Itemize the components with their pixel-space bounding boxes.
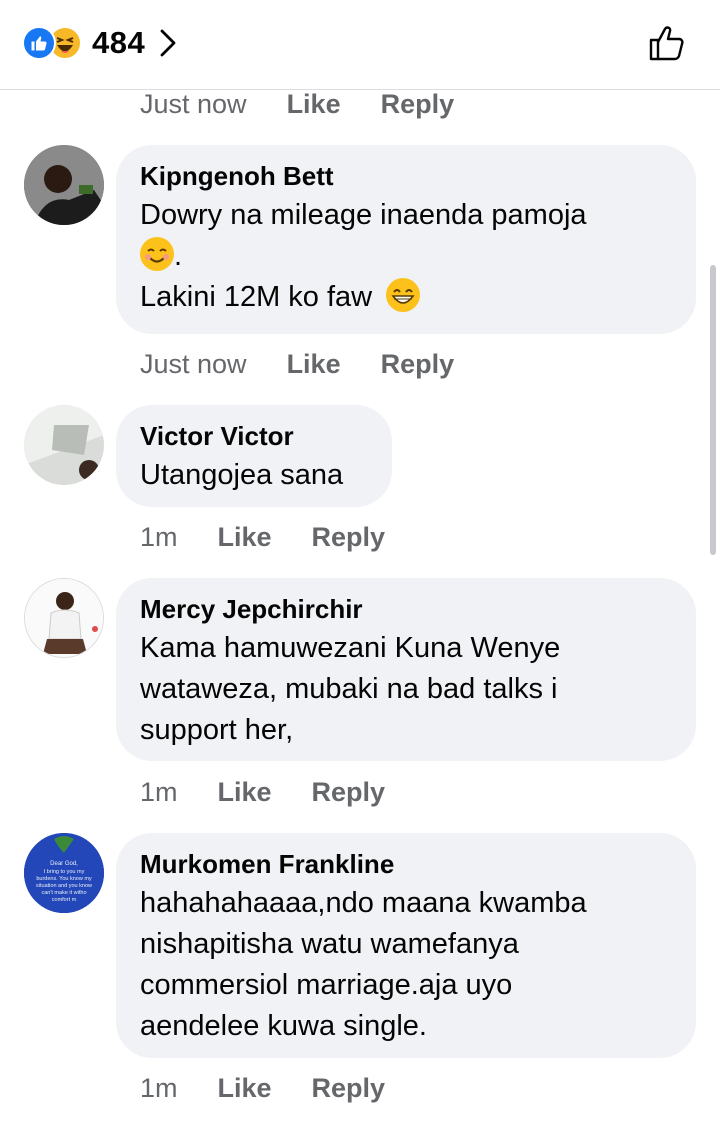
comment-author[interactable]: Mercy Jepchirchir: [140, 592, 672, 626]
avatar-text: comfort m: [52, 897, 77, 903]
comment-actions: Just now Like Reply: [140, 344, 454, 384]
chevron-right-icon[interactable]: [159, 28, 177, 58]
reactions-header: 484: [0, 0, 720, 90]
avatar-text: I bring to you my: [44, 869, 85, 875]
like-link[interactable]: Like: [287, 349, 341, 380]
avatar-text: situation and you know: [36, 883, 92, 889]
comment-author[interactable]: Kipngenoh Bett: [140, 159, 672, 193]
like-link[interactable]: Like: [287, 89, 341, 120]
comment-line: Dowry na mileage inaenda pamoja: [140, 199, 587, 231]
comment-line: Kama hamuwezani Kuna Wenye: [140, 632, 561, 664]
comment-bubble: Mercy Jepchirchir Kama hamuwezani Kuna W…: [116, 578, 696, 761]
comment-line: wataweza, mubaki na bad talks i: [140, 673, 558, 705]
like-link[interactable]: Like: [218, 1073, 272, 1104]
comment-text: Utangojea sana: [140, 459, 344, 491]
comment-author[interactable]: Victor Victor: [140, 419, 368, 453]
comment-bubble: Kipngenoh Bett Dowry na mileage inaenda …: [116, 145, 696, 334]
comment-author[interactable]: Murkomen Frankline: [140, 847, 672, 881]
reply-link[interactable]: Reply: [381, 89, 455, 120]
comment-line: aendelee kuwa single.: [140, 1010, 427, 1042]
comment-time: Just now: [140, 88, 247, 119]
avatar-text: burdens. You know my: [36, 876, 92, 882]
avatar-text: can't make it witho: [41, 890, 86, 896]
comment-line: nishapitisha watu wamefanya: [140, 928, 519, 960]
comment-actions: 1m Like Reply: [140, 772, 385, 812]
like-link[interactable]: Like: [218, 522, 272, 553]
comment-bubble: Victor Victor Utangojea sana: [116, 405, 392, 507]
comment-actions: 1m Like Reply: [140, 517, 385, 557]
comment-bubble: Murkomen Frankline hahahahaaaa,ndo maana…: [116, 833, 696, 1058]
comment-time: 1m: [140, 1072, 178, 1103]
avatar[interactable]: [24, 145, 104, 225]
comment-time: Just now: [140, 348, 247, 379]
avatar[interactable]: [24, 578, 104, 658]
comment-line: commersiol marriage.aja uyo: [140, 969, 513, 1001]
reaction-count: 484: [92, 25, 146, 60]
comment-time: 1m: [140, 521, 178, 552]
like-reaction-icon: [22, 26, 56, 60]
grinning-face-icon: [386, 278, 421, 312]
avatar[interactable]: [24, 405, 104, 485]
avatar[interactable]: Dear God, I bring to you my burdens. You…: [24, 833, 104, 913]
comment-line: Lakini 12M ko faw: [140, 277, 672, 318]
avatar-text: Dear God,: [50, 861, 78, 867]
reply-link[interactable]: Reply: [381, 349, 455, 380]
comment-time: 1m: [140, 776, 178, 807]
thumbs-up-outline-icon[interactable]: [646, 22, 688, 64]
comment-text: Kama hamuwezani Kuna Wenye wataweza, mub…: [140, 628, 672, 751]
comment-line: support her,: [140, 714, 294, 746]
reactions-summary[interactable]: 484: [22, 24, 177, 62]
comment-text: hahahahaaaa,ndo maana kwamba nishapitish…: [140, 883, 672, 1047]
comment-line: hahahahaaaa,ndo maana kwamba: [140, 887, 587, 919]
like-link[interactable]: Like: [218, 777, 272, 808]
comment-text: Dowry na mileage inaenda pamoja . Lakini…: [140, 195, 672, 318]
comment-fragment: .: [174, 240, 183, 272]
scrollbar[interactable]: [710, 265, 716, 555]
reply-link[interactable]: Reply: [312, 777, 386, 808]
reply-link[interactable]: Reply: [312, 522, 386, 553]
comment-line: .: [140, 236, 672, 277]
comment-actions: 1m Like Reply: [140, 1068, 385, 1108]
smiling-face-icon: [140, 237, 174, 271]
comment-actions: Just now Like Reply: [140, 84, 454, 124]
comment-fragment: Lakini 12M ko faw: [140, 281, 373, 313]
reply-link[interactable]: Reply: [312, 1073, 386, 1104]
